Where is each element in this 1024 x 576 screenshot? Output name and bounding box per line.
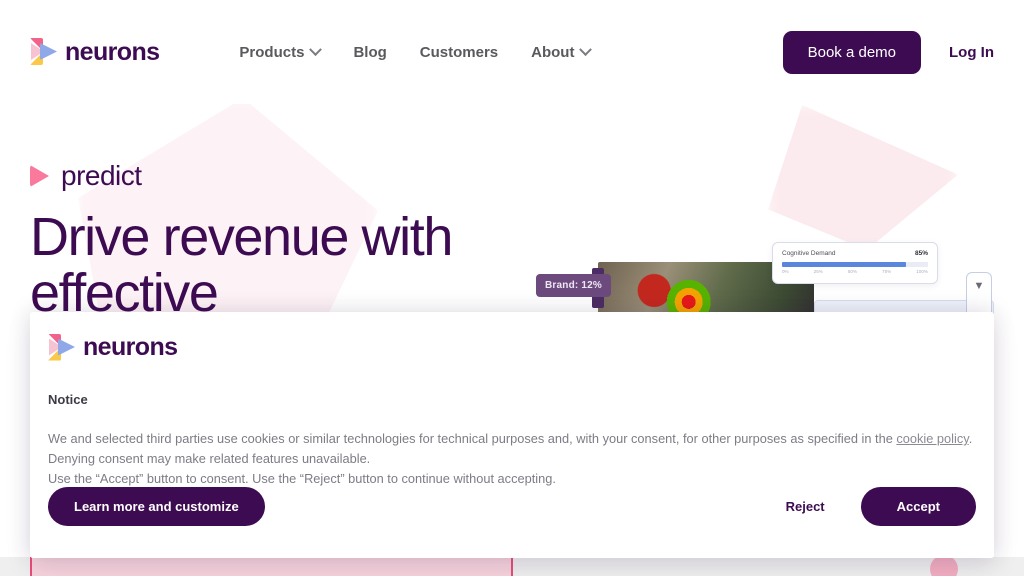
cognitive-demand-value: 85% [914,250,928,257]
hero-eyebrow-label: predict [61,160,142,191]
nav-item-customers[interactable]: Customers [420,44,498,61]
nav-item-products[interactable]: Products [239,42,323,61]
chevron-down-icon [309,42,323,56]
book-demo-button[interactable]: Book a demo [782,30,921,74]
axis-tick: 100% [916,269,928,274]
neurons-play-logo-icon [48,333,75,362]
page-root: Brand: 12% Cognitive Demand 85% 0% 25% 5… [0,0,1024,576]
accept-button[interactable]: Accept [860,487,976,526]
cognitive-demand-progress-fill [782,262,907,267]
login-link[interactable]: Log In [949,44,994,61]
cognitive-demand-card: Cognitive Demand 85% 0% 25% 50% 75% 100% [772,242,938,284]
learn-more-customize-button[interactable]: Learn more and customize [48,487,265,526]
nav-item-blog[interactable]: Blog [353,44,386,61]
axis-tick: 75% [882,269,892,274]
logo-wordmark: neurons [65,37,160,66]
cookie-policy-link[interactable]: cookie policy [896,431,968,446]
nav-label: Blog [353,43,387,61]
cookie-body-text-part1: We and selected third parties use cookie… [48,431,897,446]
cookie-banner-title: Notice [48,392,88,407]
cognitive-demand-progress-track [782,262,928,267]
nav-label: About [531,43,575,61]
cookie-primary-actions: Reject Accept [786,487,976,526]
cookie-logo-wordmark: neurons [83,333,178,361]
page-title: Drive revenue with effective [30,207,453,323]
cookie-banner-actions: Learn more and customize Reject Accept [48,487,976,526]
nav-label: Customers [419,43,499,61]
site-header: neurons Products Blog Customers About Bo… [0,0,1024,104]
hero-section: predict Drive revenue with effective [30,160,650,321]
cookie-banner-logo: neurons [48,333,976,362]
play-triangle-icon [30,165,49,187]
axis-tick: 0% [782,269,789,274]
bottom-pink-strip [30,557,513,576]
header-actions: Book a demo Log In [782,30,994,74]
site-logo[interactable]: neurons [30,37,160,67]
chevron-down-icon [579,42,593,56]
reject-button[interactable]: Reject [786,499,825,514]
hero-eyebrow: predict [30,160,650,192]
pink-dot-shape [930,555,958,576]
axis-tick: 50% [847,269,858,274]
neurons-play-logo-icon [30,38,57,66]
cookie-banner-body: We and selected third parties use cookie… [48,429,976,489]
cookie-body-line3: Use the “Accept” button to consent. Use … [48,471,556,487]
cognitive-demand-axis: 0% 25% 50% 75% 100% [782,269,928,274]
cognitive-demand-header: Cognitive Demand 85% [782,250,928,257]
cognitive-demand-label: Cognitive Demand [782,250,836,257]
nav-item-about[interactable]: About [531,42,593,61]
axis-tick: 25% [813,269,823,274]
pink-blob-right [768,105,958,250]
cookie-consent-banner: neurons Notice We and selected third par… [30,312,994,558]
nav-label: Products [239,43,305,61]
main-navigation: Products Blog Customers About [239,42,593,61]
